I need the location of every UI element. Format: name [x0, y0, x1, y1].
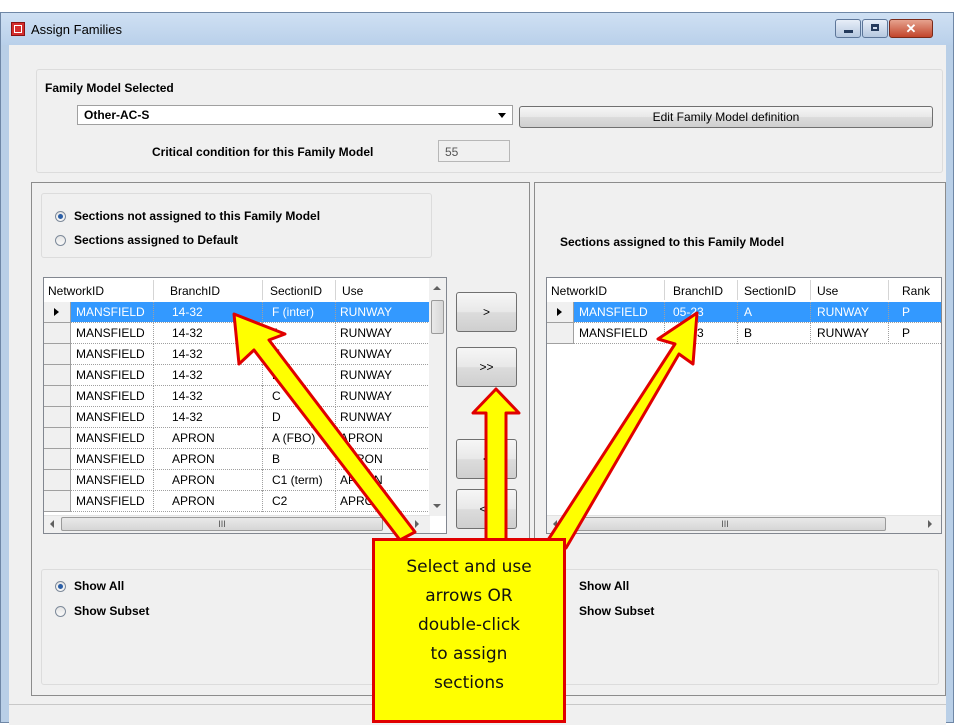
callout-line: to assign: [430, 644, 508, 664]
callout-line: double-click: [417, 615, 521, 635]
arrow-to-left-grid: [232, 312, 417, 542]
callout-line: sections: [433, 673, 505, 693]
callout-line: Select and use: [406, 557, 532, 577]
instruction-callout: Select and use arrows OR double-click to as…: [372, 538, 566, 723]
callout-line: arrows OR: [425, 586, 513, 606]
callout-text: Select and use arrows OR double-click to as…: [375, 553, 563, 698]
arrow-to-buttons: [471, 387, 521, 542]
arrow-to-right-grid: [546, 311, 699, 550]
